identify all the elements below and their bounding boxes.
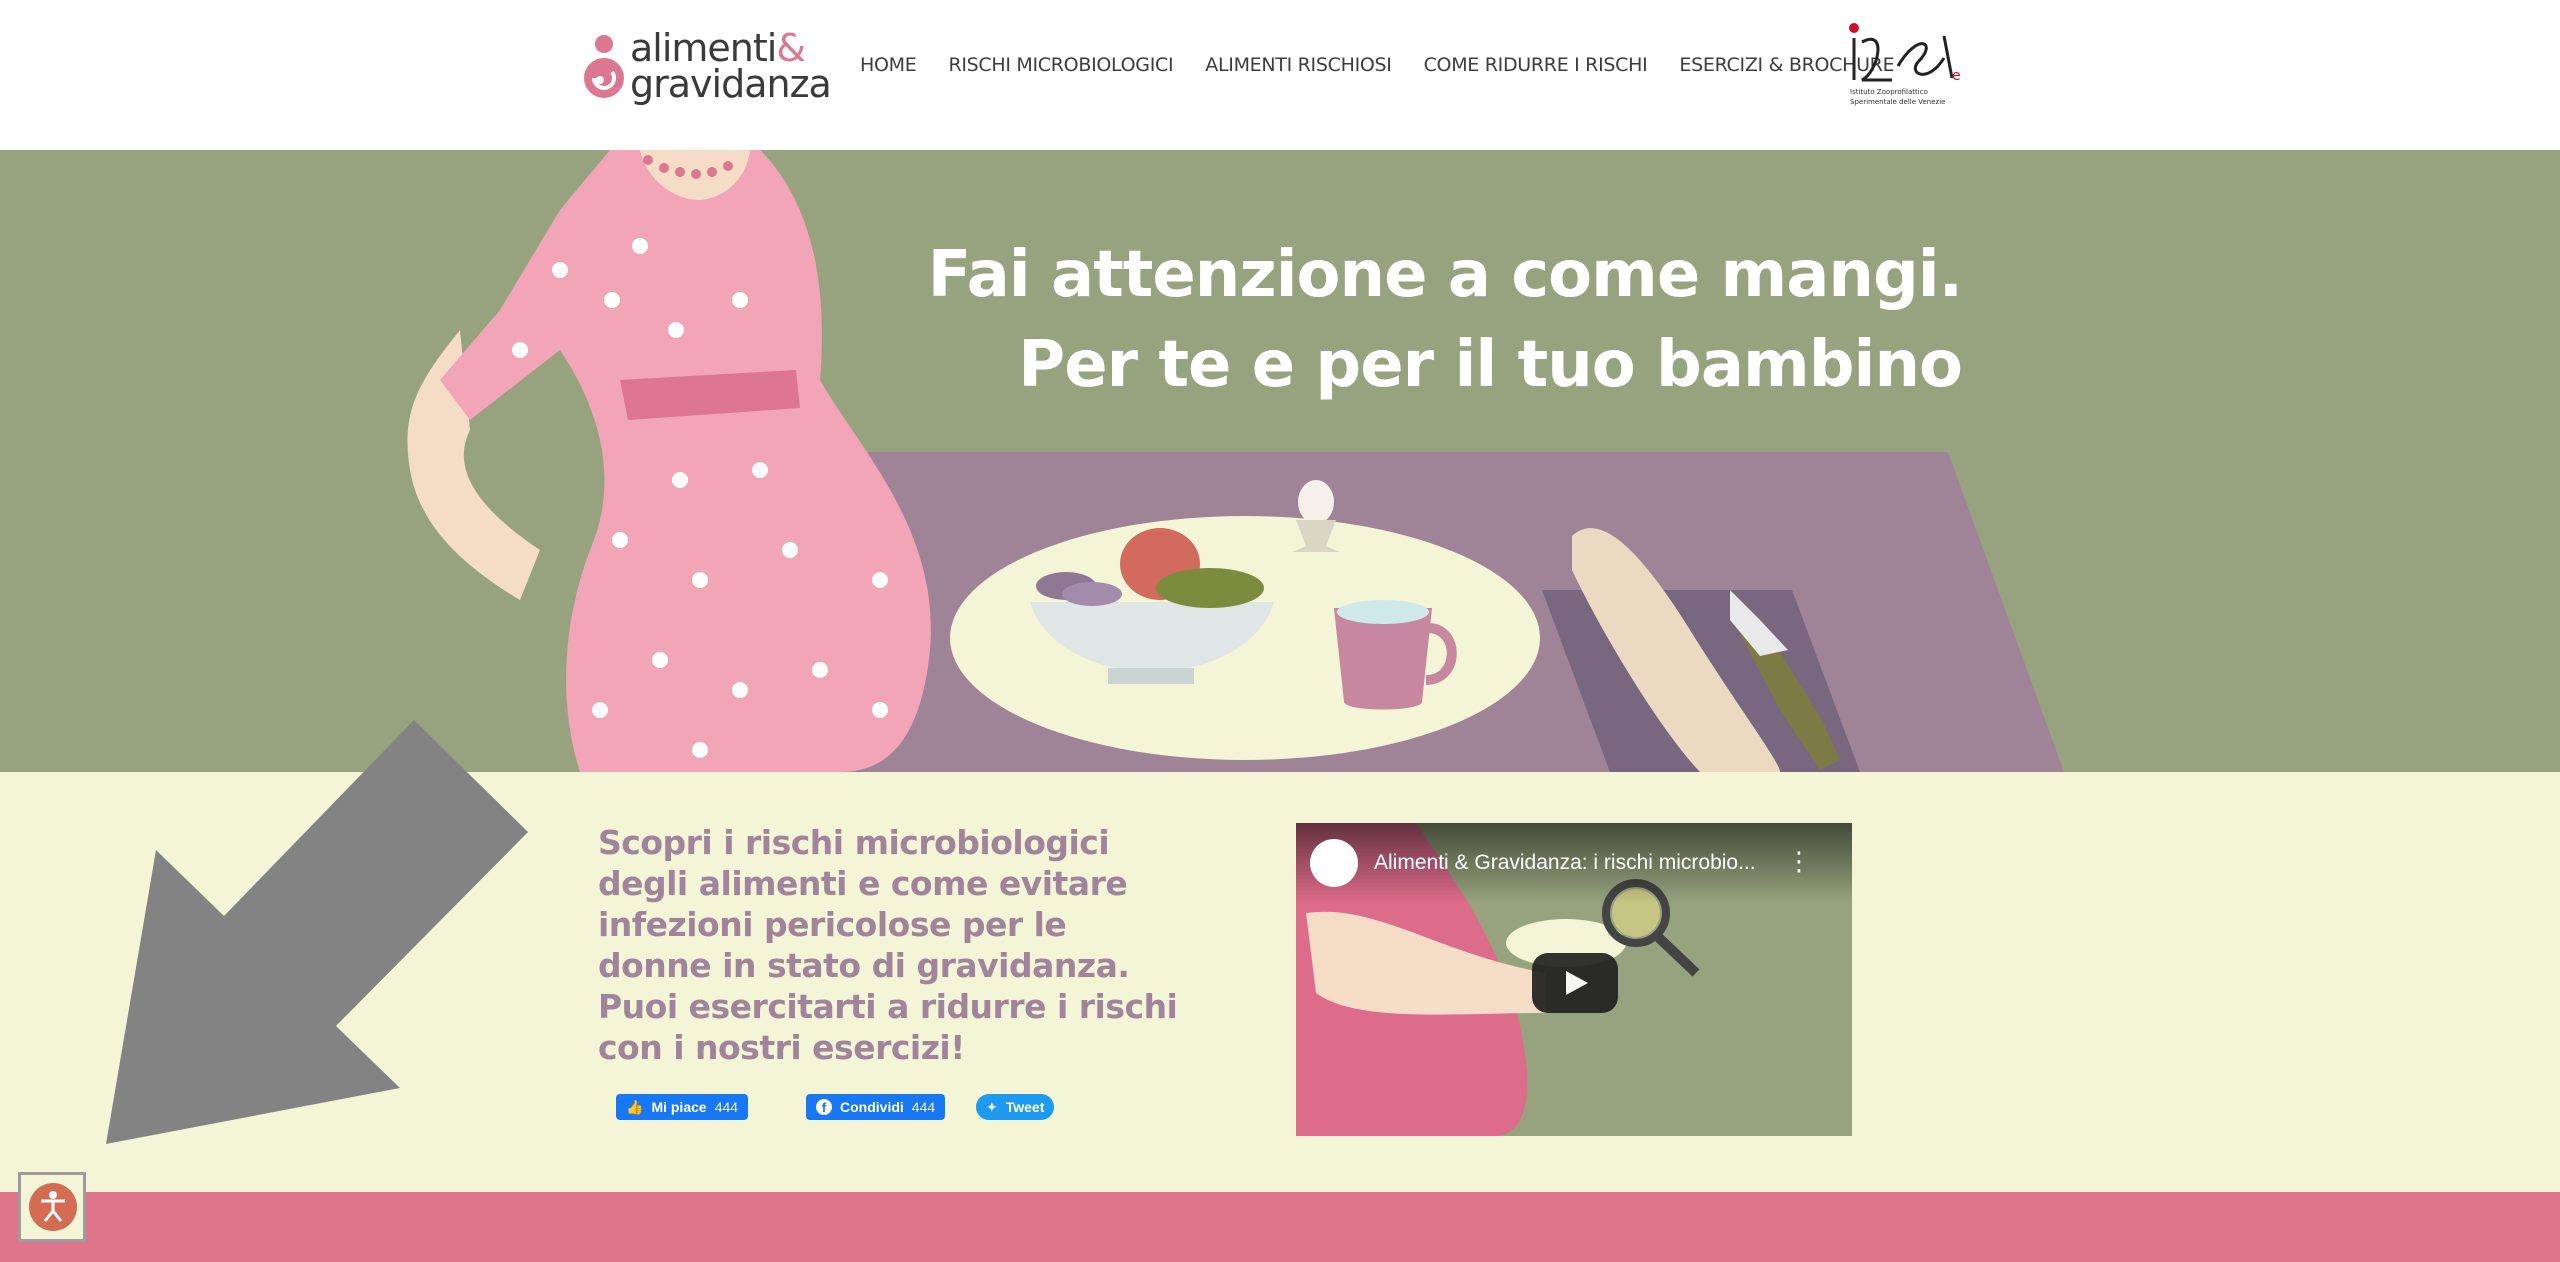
svg-text:Istituto Zooprofilattico: Istituto Zooprofilattico [1850, 88, 1928, 96]
woman-dress [440, 150, 931, 772]
arrow-down-left-icon [106, 720, 528, 1144]
hero-title: Fai attenzione a come mangi. Per te e pe… [927, 230, 1963, 410]
site-header: alimenti& gravidanza HOME RISCHI MICROBI… [0, 0, 2560, 150]
izsve-logo-icon: e Istituto Zooprofilattico Sperimentale … [1849, 23, 1961, 106]
mother-logo-icon [584, 35, 624, 98]
video-title[interactable]: Alimenti & Gravidanza: i rischi microbio… [1374, 851, 1756, 875]
nav-alimenti-rischiosi[interactable]: ALIMENTI RISCHIOSI [1205, 54, 1392, 76]
channel-avatar[interactable] [1310, 839, 1358, 887]
hero-title-line2: Per te e per il tuo bambino [1018, 328, 1963, 402]
accessibility-widget[interactable] [18, 1172, 86, 1242]
nav-rischi-microbiologici[interactable]: RISCHI MICROBIOLOGICI [948, 54, 1173, 76]
more-vert-icon[interactable]: ⋮ [1786, 848, 1812, 874]
tweet-button[interactable]: ✦ Tweet [976, 1094, 1055, 1120]
youtube-video-embed[interactable]: Alimenti & Gravidanza: i rischi microbio… [1296, 823, 1852, 1136]
nav-home[interactable]: HOME [860, 54, 917, 76]
accessibility-icon[interactable] [29, 1183, 77, 1231]
play-button[interactable] [1532, 953, 1618, 1013]
facebook-share-button[interactable]: f Condividi 444 [806, 1094, 946, 1120]
intro-text: Scopri i rischi microbiologici degli ali… [598, 823, 1178, 1067]
thumbs-up-icon: 👍 [626, 1098, 644, 1115]
nav-come-ridurre[interactable]: COME RIDURRE I RISCHI [1424, 54, 1648, 76]
logo-text: alimenti& gravidanza [630, 26, 832, 106]
facebook-icon: f [816, 1099, 832, 1115]
twitter-bird-icon: ✦ [986, 1098, 998, 1115]
facebook-like-button[interactable]: 👍 Mi piace 444 [616, 1094, 749, 1120]
egg-icon [1298, 480, 1334, 524]
site-logo[interactable]: alimenti& gravidanza [582, 29, 832, 110]
hero-banner: Fai attenzione a come mangi. Per te e pe… [0, 150, 2560, 772]
footer-strip [0, 1192, 2560, 1262]
svg-text:e: e [1952, 68, 1961, 84]
main-nav: HOME RISCHI MICROBIOLOGICI ALIMENTI RISC… [860, 54, 1926, 76]
svg-text:Sperimentale delle Venezie: Sperimentale delle Venezie [1850, 98, 1945, 106]
hero-title-line1: Fai attenzione a come mangi. [927, 238, 1963, 312]
izsve-logo[interactable]: e Istituto Zooprofilattico Sperimentale … [1848, 22, 1966, 108]
